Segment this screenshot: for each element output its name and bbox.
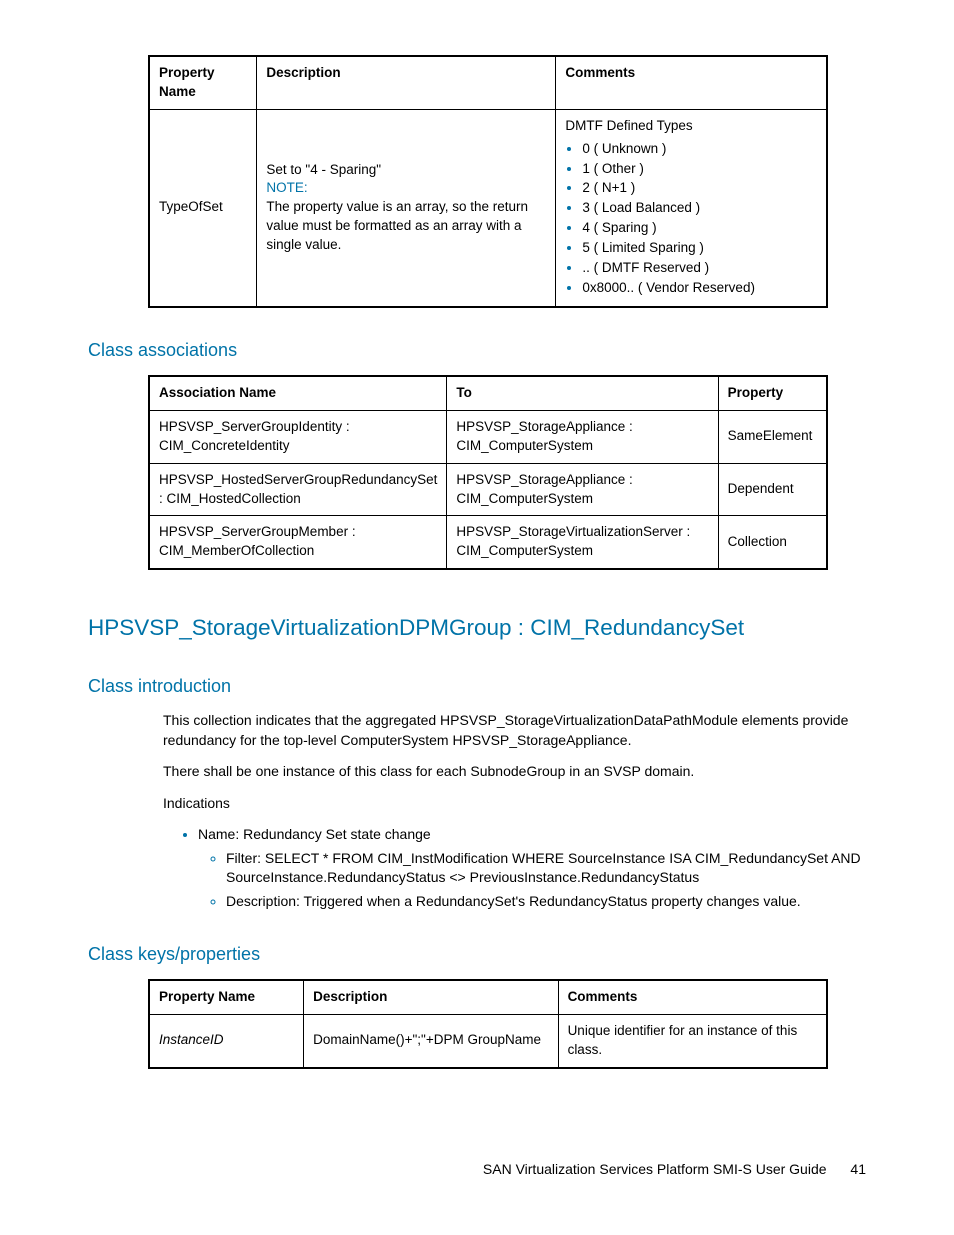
td-property-name: TypeOfSet [149,109,257,307]
list-item: Filter: SELECT * FROM CIM_InstModificati… [226,849,866,888]
th-assoc-name: Association Name [149,376,447,410]
keys-table: Property Name Description Comments Insta… [148,979,828,1069]
th-comm: Comments [558,980,827,1014]
section-title-intro: Class introduction [88,674,866,699]
intro-p2: There shall be one instance of this clas… [163,762,866,782]
list-item: .. ( DMTF Reserved ) [582,259,817,278]
intro-p1: This collection indicates that the aggre… [163,711,866,750]
list-item: 4 ( Sparing ) [582,219,817,238]
footer-title: SAN Virtualization Services Platform SMI… [483,1161,827,1177]
th-property: Property [718,376,827,410]
class-heading: HPSVSP_StorageVirtualizationDPMGroup : C… [88,612,866,644]
list-item: 0 ( Unknown ) [582,140,817,159]
list-item: 1 ( Other ) [582,160,817,179]
list-item: Description: Triggered when a Redundancy… [226,892,866,912]
intro-p3: Indications [163,794,866,814]
th-to: To [447,376,718,410]
property-table: Property Name Description Comments TypeO… [148,55,828,308]
th-prop-name: Property Name [149,980,304,1014]
section-title-keys: Class keys/properties [88,942,866,967]
th-description: Description [257,56,556,109]
th-property-name: Property Name [149,56,257,109]
intro-sublist: Filter: SELECT * FROM CIM_InstModificati… [198,849,866,912]
desc-note-label: NOTE: [266,179,546,198]
desc-note: The property value is an array, so the r… [266,198,546,255]
intro-list: Name: Redundancy Set state change Filter… [180,825,866,911]
table-row: HPSVSP_ServerGroupIdentity : CIM_Concret… [149,410,827,463]
comments-list: 0 ( Unknown ) 1 ( Other ) 2 ( N+1 ) 3 ( … [565,140,817,298]
list-item: 3 ( Load Balanced ) [582,199,817,218]
td-comments: DMTF Defined Types 0 ( Unknown ) 1 ( Oth… [556,109,827,307]
table-row: HPSVSP_HostedServerGroupRedundancySet : … [149,463,827,516]
comments-head: DMTF Defined Types [565,117,817,136]
list-item: 0x8000.. ( Vendor Reserved) [582,279,817,298]
page-footer: SAN Virtualization Services Platform SMI… [483,1160,866,1180]
table-row: InstanceID DomainName()+";"+DPM GroupNam… [149,1014,827,1067]
list-item: Name: Redundancy Set state change Filter… [198,825,866,911]
list-item: 2 ( N+1 ) [582,179,817,198]
list-item: 5 ( Limited Sparing ) [582,239,817,258]
table-row: HPSVSP_ServerGroupMember : CIM_MemberOfC… [149,516,827,569]
td-description: Set to "4 - Sparing" NOTE: The property … [257,109,556,307]
th-comments: Comments [556,56,827,109]
section-title-associations: Class associations [88,338,866,363]
page-number: 41 [850,1161,866,1177]
desc-set: Set to "4 - Sparing" [266,161,546,180]
associations-table: Association Name To Property HPSVSP_Serv… [148,375,828,570]
th-desc: Description [304,980,558,1014]
